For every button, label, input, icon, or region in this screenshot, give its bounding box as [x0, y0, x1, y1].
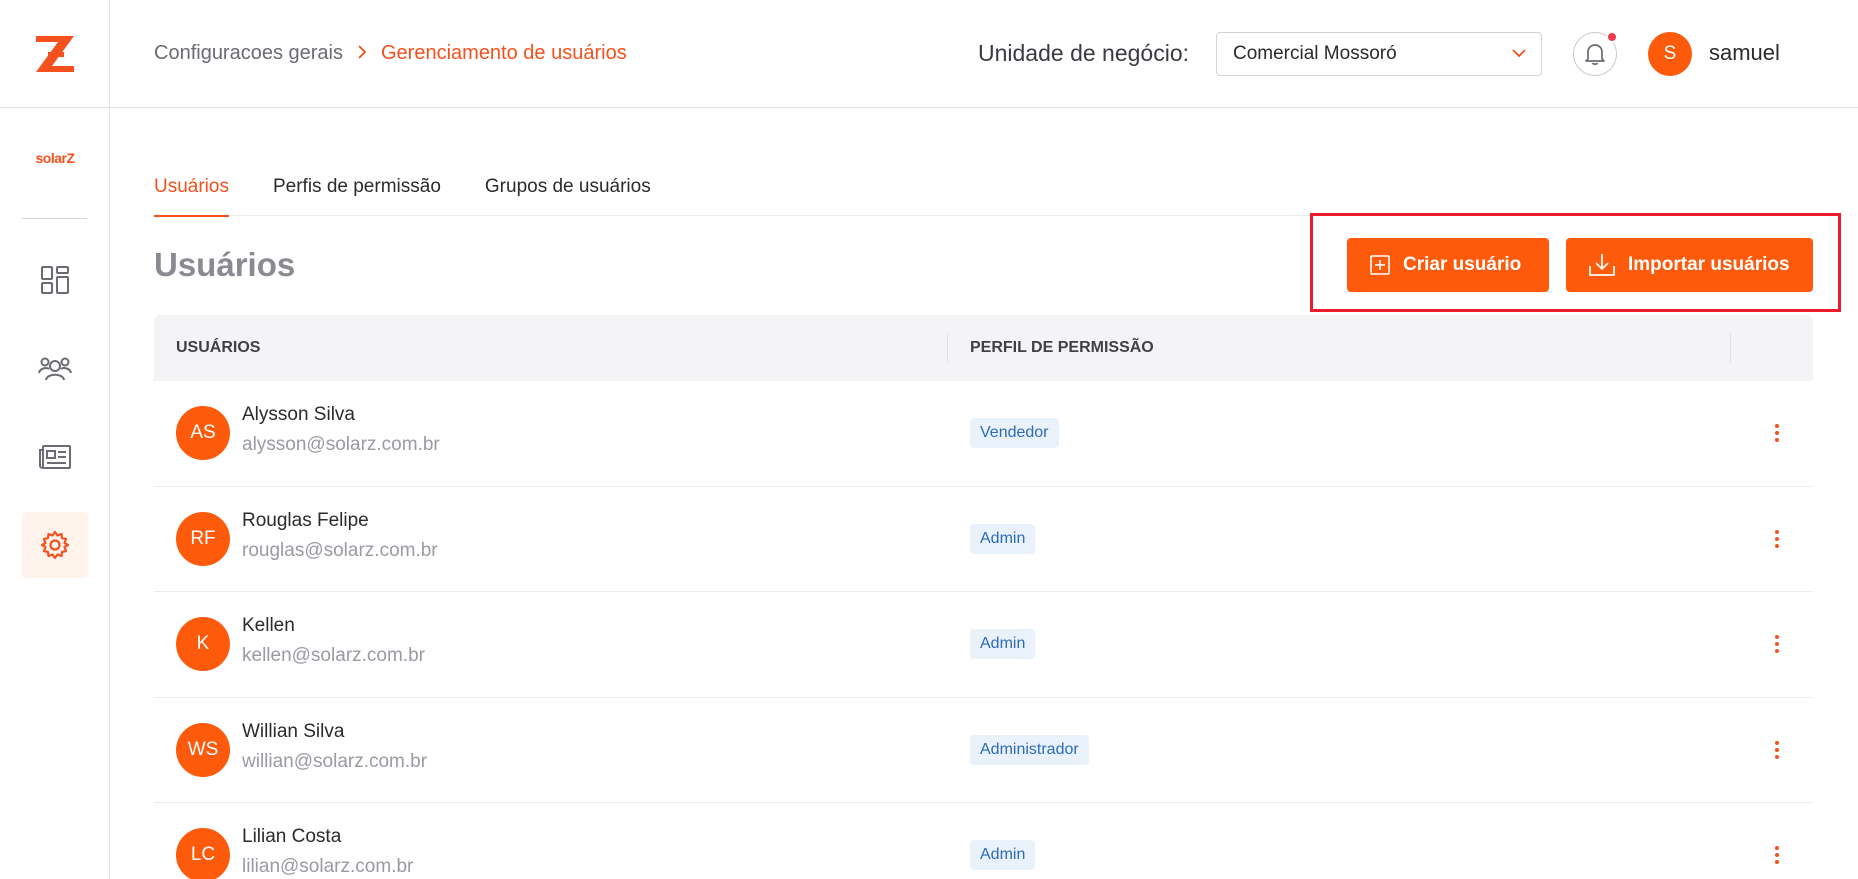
row-menu-kebab-icon[interactable]	[1766, 628, 1788, 660]
brand-wordmark: solarZ	[35, 150, 75, 166]
user-email: lilian@solarz.com.br	[242, 856, 414, 877]
plus-square-icon	[1370, 255, 1390, 275]
tabs: Usuários Perfis de permissão Grupos de u…	[154, 172, 1812, 217]
tab-user-groups[interactable]: Grupos de usuários	[485, 172, 651, 216]
user-name: Kellen	[242, 615, 295, 636]
import-users-label: Importar usuários	[1628, 254, 1790, 275]
breadcrumb-item-settings[interactable]: Configuracoes gerais	[154, 42, 343, 65]
column-divider	[1730, 333, 1731, 363]
user-avatar: RF	[176, 511, 230, 566]
app-logo[interactable]	[0, 0, 110, 108]
user-avatar: LC	[176, 828, 230, 879]
table-row[interactable]: K Kellen kellen@solarz.com.br Admin	[154, 592, 1813, 698]
chevron-down-icon	[1511, 45, 1527, 67]
column-header-users: USUÁRIOS	[176, 339, 261, 356]
user-avatar: WS	[176, 722, 230, 777]
permission-badge: Admin	[970, 523, 1036, 554]
row-menu-kebab-icon[interactable]	[1766, 417, 1788, 449]
table-row[interactable]: WS Willian Silva willian@solarz.com.br A…	[154, 698, 1813, 803]
breadcrumb: Configuracoes gerais Gerenciamento de us…	[154, 42, 627, 65]
user-name: Willian Silva	[242, 720, 345, 742]
row-menu-kebab-icon[interactable]	[1766, 734, 1788, 766]
user-email: willian@solarz.com.br	[242, 750, 428, 772]
user-name: Lilian Costa	[242, 826, 342, 847]
download-icon	[1589, 254, 1615, 276]
users-table: USUÁRIOS PERFIL DE PERMISSÃO AS Alysson …	[154, 315, 1813, 879]
create-user-label: Criar usuário	[1403, 254, 1522, 275]
sidebar-item-news[interactable]	[22, 424, 88, 490]
z-logo-icon	[36, 35, 74, 72]
sidebar-item-settings[interactable]	[22, 512, 88, 578]
permission-badge: Vendedor	[970, 418, 1059, 448]
business-unit-label: Unidade de negócio:	[978, 40, 1189, 66]
notification-dot	[1606, 31, 1618, 43]
business-unit-value: Comercial Mossoró	[1233, 43, 1397, 64]
sidebar-item-dashboard[interactable]	[22, 247, 88, 313]
user-avatar: AS	[176, 406, 230, 460]
user-avatar[interactable]: S	[1648, 32, 1692, 76]
top-header: Configuracoes gerais Gerenciamento de us…	[110, 0, 1858, 108]
bell-icon	[1585, 44, 1605, 65]
user-avatar: K	[176, 617, 230, 671]
permission-badge: Admin	[970, 629, 1036, 659]
user-name: Alysson Silva	[242, 404, 355, 425]
newspaper-icon	[39, 445, 71, 469]
column-divider	[947, 333, 948, 363]
page-title: Usuários	[154, 246, 296, 283]
create-user-button[interactable]: Criar usuário	[1347, 238, 1549, 292]
user-name[interactable]: samuel	[1709, 40, 1780, 66]
user-name: Rouglas Felipe	[242, 509, 369, 531]
row-menu-kebab-icon[interactable]	[1766, 839, 1788, 871]
notifications-button[interactable]	[1573, 31, 1618, 76]
user-email: kellen@solarz.com.br	[242, 645, 425, 666]
table-row[interactable]: RF Rouglas Felipe rouglas@solarz.com.br …	[154, 487, 1813, 592]
row-menu-kebab-icon[interactable]	[1766, 523, 1788, 555]
permission-badge: Admin	[970, 840, 1036, 870]
user-email: rouglas@solarz.com.br	[242, 539, 438, 561]
sidebar-item-users[interactable]	[22, 336, 88, 402]
sidebar-divider	[22, 218, 87, 219]
column-header-permission-profile: PERFIL DE PERMISSÃO	[970, 339, 1154, 356]
table-header: USUÁRIOS PERFIL DE PERMISSÃO	[154, 315, 1813, 381]
user-email: alysson@solarz.com.br	[242, 434, 440, 455]
dashboard-icon	[41, 266, 69, 294]
tab-permission-profiles[interactable]: Perfis de permissão	[273, 172, 441, 216]
tab-users[interactable]: Usuários	[154, 172, 229, 217]
users-group-icon	[38, 357, 72, 381]
permission-badge: Administrador	[970, 734, 1089, 765]
gear-icon	[40, 530, 70, 560]
table-row[interactable]: AS Alysson Silva alysson@solarz.com.br V…	[154, 381, 1813, 487]
breadcrumb-item-user-management: Gerenciamento de usuários	[381, 42, 627, 64]
chevron-right-icon	[357, 43, 367, 64]
table-row[interactable]: LC Lilian Costa lilian@solarz.com.br Adm…	[154, 803, 1813, 879]
business-unit-select[interactable]: Comercial Mossoró	[1216, 32, 1542, 76]
sidebar: solarZ	[0, 0, 110, 879]
import-users-button[interactable]: Importar usuários	[1566, 238, 1813, 292]
